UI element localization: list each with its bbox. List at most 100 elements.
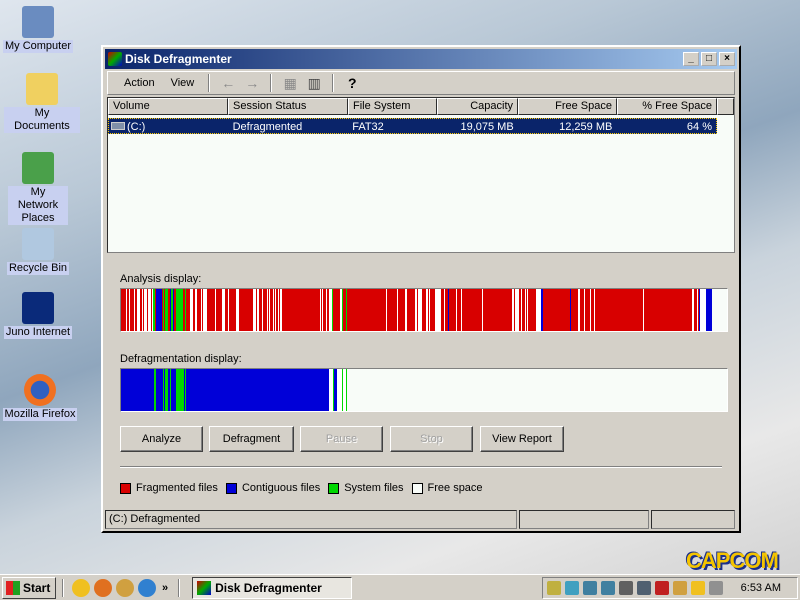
- firefox-icon[interactable]: [94, 578, 112, 597]
- legend-system: System files: [328, 482, 404, 494]
- col-free-space[interactable]: Free Space: [518, 98, 617, 115]
- more-quicklaunch-chevron[interactable]: »: [162, 582, 168, 594]
- winamp-icon[interactable]: [116, 578, 134, 597]
- cluster-segment: [228, 289, 229, 331]
- computer-icon: [22, 6, 54, 38]
- col-session-status[interactable]: Session Status: [228, 98, 348, 115]
- list-header: Volume Session Status File System Capaci…: [108, 98, 734, 115]
- cluster-segment: [149, 289, 151, 331]
- show-hide-pane-icon[interactable]: ▥: [305, 75, 323, 91]
- col-file-system[interactable]: File System: [348, 98, 437, 115]
- cluster-segment: [692, 289, 694, 331]
- cluster-segment: [444, 289, 445, 331]
- col-volume[interactable]: Volume: [108, 98, 228, 115]
- separator: [208, 74, 211, 92]
- cluster-segment: [342, 369, 343, 411]
- back-arrow-icon[interactable]: ←: [219, 75, 237, 91]
- status-pane-2: [519, 510, 649, 529]
- cluster-segment: [262, 289, 263, 331]
- cell-capacity: 19,075 MB: [460, 121, 514, 133]
- cell-fs: FAT32: [352, 121, 384, 133]
- cluster-segment: [342, 289, 343, 331]
- table-row[interactable]: (C:) Defragmented FAT32 19,075 MB 12,259…: [108, 118, 717, 134]
- cluster-segment: [448, 289, 449, 331]
- analysis-label: Analysis display:: [120, 273, 202, 285]
- col-capacity[interactable]: Capacity: [437, 98, 518, 115]
- cluster-segment: [165, 289, 168, 331]
- separator: [178, 578, 181, 597]
- cluster-segment: [482, 289, 483, 331]
- col-filler: [717, 98, 734, 115]
- system-tray: 6:53 AM: [542, 577, 798, 599]
- analyze-button[interactable]: Analyze: [120, 426, 203, 452]
- network-disconnected-icon[interactable]: [637, 581, 651, 595]
- separator: [270, 74, 273, 92]
- cluster-segment: [273, 289, 274, 331]
- view-report-button[interactable]: View Report: [480, 426, 564, 452]
- col-pct-free[interactable]: % Free Space: [617, 98, 717, 115]
- msn-icon[interactable]: [138, 578, 156, 597]
- menu-view[interactable]: View: [163, 77, 203, 89]
- taskbar-button-disk-defragmenter[interactable]: Disk Defragmenter: [192, 576, 353, 599]
- maximize-button[interactable]: □: [701, 52, 717, 66]
- windows-flag-icon: [6, 580, 20, 595]
- legend-free: Free space: [411, 482, 483, 494]
- cluster-segment: [512, 289, 514, 331]
- status-text: (C:) Defragmented: [105, 510, 517, 529]
- cluster-segment: [269, 289, 270, 331]
- defragment-button[interactable]: Defragment: [209, 426, 294, 452]
- taskbar: Start » Disk Defragmenter 6:53 AM: [0, 574, 800, 600]
- stop-button[interactable]: Stop: [390, 426, 473, 452]
- cluster-segment: [142, 289, 143, 331]
- pause-button[interactable]: Pause: [300, 426, 383, 452]
- desktop-icon-firefox[interactable]: Mozilla Firefox: [2, 374, 78, 421]
- defrag-app-icon: [197, 580, 212, 595]
- aim-icon[interactable]: [691, 581, 705, 595]
- winamp-icon[interactable]: [673, 581, 687, 595]
- cluster-segment: [435, 289, 441, 331]
- printer-icon[interactable]: [619, 581, 633, 595]
- desktop-icon-my-documents[interactable]: My Documents: [4, 73, 80, 133]
- tray-app-icon[interactable]: [655, 581, 669, 595]
- cluster-segment: [203, 289, 207, 331]
- desktop-icon-recycle-bin[interactable]: Recycle Bin: [0, 228, 76, 275]
- tray-icon[interactable]: [565, 581, 579, 595]
- cluster-segment: [163, 289, 164, 331]
- start-button[interactable]: Start: [2, 576, 56, 599]
- close-button[interactable]: ×: [719, 52, 735, 66]
- cluster-segment: [222, 289, 225, 331]
- cell-free: 12,259 MB: [559, 121, 613, 133]
- cluster-segment: [584, 289, 585, 331]
- juno-icon: [22, 292, 54, 324]
- cluster-segment: [346, 369, 347, 411]
- cluster-segment: [278, 289, 279, 331]
- cluster-segment: [578, 289, 580, 331]
- properties-icon[interactable]: ▦: [281, 75, 299, 91]
- separator: [62, 578, 64, 597]
- desktop-icon-juno[interactable]: Juno Internet: [0, 292, 76, 339]
- clock: 6:53 AM: [740, 582, 781, 594]
- desktop-icon-network[interactable]: My Network Places: [0, 152, 76, 225]
- minimize-button[interactable]: _: [683, 52, 699, 66]
- help-icon[interactable]: ?: [343, 75, 361, 91]
- recycle-bin-icon: [22, 228, 54, 260]
- desktop-icon-my-computer[interactable]: My Computer: [0, 6, 76, 53]
- cell-pct: 64 %: [686, 121, 712, 133]
- legend: Fragmented files Contiguous files System…: [120, 482, 491, 494]
- legend-contiguous: Contiguous files: [225, 482, 320, 494]
- legend-fragmented: Fragmented files: [120, 482, 218, 494]
- cluster-segment: [121, 289, 706, 331]
- cell-volume: (C:): [109, 119, 229, 133]
- cluster-segment: [176, 369, 184, 411]
- shield-icon[interactable]: [601, 581, 615, 595]
- volume-icon[interactable]: [547, 581, 561, 595]
- cluster-segment: [257, 289, 259, 331]
- cluster-segment: [346, 289, 347, 331]
- shield-icon[interactable]: [583, 581, 597, 595]
- tray-icon[interactable]: [709, 581, 723, 595]
- defrag-app-icon: [108, 52, 122, 66]
- title-bar[interactable]: Disk Defragmenter _ □ ×: [105, 49, 737, 69]
- aim-icon[interactable]: [72, 578, 90, 597]
- menu-action[interactable]: Action: [116, 77, 163, 89]
- forward-arrow-icon[interactable]: →: [243, 75, 261, 91]
